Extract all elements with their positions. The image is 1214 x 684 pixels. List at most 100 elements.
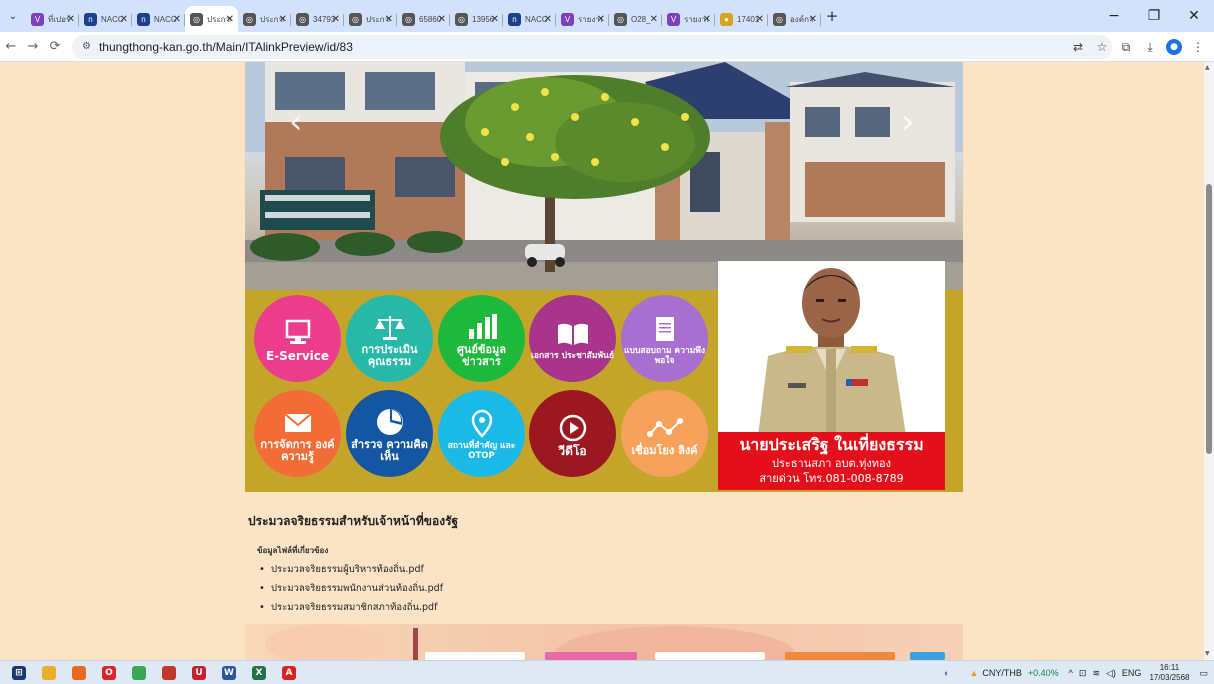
file-list: • ประมวลจริยธรรมผู้บริหารท้องถิ่น.pdf • ปร… bbox=[259, 560, 443, 617]
browser-tab[interactable]: ◎ประกาศ✕ bbox=[238, 6, 291, 32]
clock[interactable]: 16:11 17/03/2568 bbox=[1149, 663, 1189, 683]
new-tab-button[interactable]: + bbox=[821, 7, 843, 25]
extensions-icon[interactable]: ⧉ bbox=[1114, 40, 1138, 55]
taskbar-app[interactable]: O bbox=[94, 661, 124, 684]
taskbar-app[interactable]: A bbox=[274, 661, 304, 684]
tab-close-icon[interactable]: ✕ bbox=[226, 14, 234, 25]
carousel-next-arrow[interactable]: › bbox=[901, 102, 915, 142]
windows-start-icon: ⊞ bbox=[12, 665, 26, 680]
tab-close-icon[interactable]: ✕ bbox=[173, 14, 181, 25]
translate-icon[interactable]: ⇄ bbox=[1066, 40, 1090, 54]
browser-tab[interactable]: ◎ 34793 ✕ bbox=[291, 6, 344, 32]
browser-tab[interactable]: Vรายงาน✕ bbox=[556, 6, 609, 32]
tab-close-icon[interactable]: ✕ bbox=[756, 14, 764, 25]
tab-close-icon[interactable]: ✕ bbox=[597, 14, 605, 25]
tab-close-icon[interactable]: ✕ bbox=[332, 14, 340, 25]
site-info-icon[interactable]: ⚙ bbox=[82, 41, 91, 52]
knowledge-management-button[interactable]: การจัดการ องค์ความรู้ bbox=[254, 390, 341, 477]
tab-close-icon[interactable]: ✕ bbox=[120, 14, 128, 25]
tab-close-icon[interactable]: ✕ bbox=[385, 14, 393, 25]
address-bar[interactable]: ⚙ thungthong-kan.go.th/Main/ITAlinkPrevi… bbox=[72, 34, 1112, 59]
carousel-prev-arrow[interactable]: ‹ bbox=[289, 102, 303, 142]
public-documents-button[interactable]: เอกสาร ประชาสัมพันธ์ bbox=[529, 295, 616, 382]
satisfaction-survey-button[interactable]: แบบสอบถาม ความพึงพอใจ bbox=[621, 295, 708, 382]
language-indicator[interactable]: ENG bbox=[1122, 668, 1142, 678]
page-scrollbar[interactable]: ▲ ▼ bbox=[1204, 62, 1214, 660]
taskbar-app[interactable]: W bbox=[214, 661, 244, 684]
tab-close-icon[interactable]: ✕ bbox=[703, 14, 711, 25]
taskbar-app[interactable] bbox=[34, 661, 64, 684]
tab-search-icon[interactable]: ⌄ bbox=[0, 0, 26, 32]
landmarks-otop-button[interactable]: สถานที่สำคัญ และ OTOP bbox=[438, 390, 525, 477]
taskbar-app[interactable] bbox=[154, 661, 184, 684]
tab-close-icon[interactable]: ✕ bbox=[809, 14, 817, 25]
tab-close-icon[interactable]: ✕ bbox=[650, 14, 658, 25]
e-service-button[interactable]: E-Service bbox=[254, 295, 341, 382]
taskbar-app[interactable]: ⊞ bbox=[4, 661, 34, 684]
browser-tab[interactable]: Vรายงาน✕ bbox=[662, 6, 715, 32]
file-link[interactable]: • ประมวลจริยธรรมผู้บริหารท้องถิ่น.pdf bbox=[259, 560, 443, 579]
browser-tab[interactable]: n NACC ✕ bbox=[503, 6, 556, 32]
opinion-survey-button[interactable]: สำรวจ ความคิดเห็น bbox=[346, 390, 433, 477]
close-window-button[interactable]: ✕ bbox=[1174, 8, 1214, 24]
browser-tab[interactable]: ● 17401 ✕ bbox=[715, 6, 768, 32]
file-link[interactable]: • ประมวลจริยธรรมสมาชิกสภาท้องถิ่น.pdf bbox=[259, 598, 443, 617]
back-button[interactable]: ← bbox=[0, 39, 22, 54]
firefox-icon bbox=[72, 665, 86, 680]
bookmark-star-icon[interactable]: ☆ bbox=[1090, 40, 1114, 54]
minimize-button[interactable]: − bbox=[1094, 8, 1134, 24]
information-center-button[interactable]: ศูนย์ข้อมูล ข่าวสาร bbox=[438, 295, 525, 382]
file-link-text[interactable]: ประมวลจริยธรรมพนักงานส่วนท้องถิ่น.pdf bbox=[271, 581, 443, 596]
scroll-thumb[interactable] bbox=[1206, 184, 1212, 454]
bar-chart-icon bbox=[466, 310, 498, 344]
tab-close-icon[interactable]: ✕ bbox=[438, 14, 446, 25]
tab-favicon-icon: ◎ bbox=[190, 12, 203, 26]
tab-close-icon[interactable]: ✕ bbox=[67, 14, 75, 25]
tab-close-icon[interactable]: ✕ bbox=[544, 14, 552, 25]
word-icon: W bbox=[222, 665, 236, 680]
links-button[interactable]: เชื่อมโยง ลิงค์ bbox=[621, 390, 708, 477]
taskbar-app[interactable]: U bbox=[184, 661, 214, 684]
menu-kebab-icon[interactable]: ⋮ bbox=[1186, 40, 1210, 54]
ethics-assessment-button[interactable]: การประเมิน คุณธรรม bbox=[346, 295, 433, 382]
tray-overflow-icon[interactable]: ^ bbox=[1069, 668, 1073, 678]
browser-tab[interactable]: n NACC ✕ bbox=[132, 6, 185, 32]
tab-close-icon[interactable]: ✕ bbox=[279, 14, 287, 25]
clock-date: 17/03/2568 bbox=[1149, 673, 1190, 682]
file-link[interactable]: • ประมวลจริยธรรมพนักงานส่วนท้องถิ่น.pdf bbox=[259, 579, 443, 598]
browser-tab[interactable]: ◎ O28_ ✕ bbox=[609, 6, 662, 32]
browser-tab[interactable]: ◎ประกาศ✕ bbox=[344, 6, 397, 32]
profile-avatar[interactable]: ● bbox=[1166, 39, 1182, 55]
video-button[interactable]: วีดีโอ bbox=[529, 390, 616, 477]
browser-tab[interactable]: ◎ประกาศ✕ bbox=[185, 6, 238, 32]
scales-icon bbox=[373, 310, 407, 344]
network-icon[interactable]: ⊡ bbox=[1079, 668, 1087, 679]
file-link-text[interactable]: ประมวลจริยธรรมผู้บริหารท้องถิ่น.pdf bbox=[271, 562, 424, 577]
taskbar-app[interactable]: X bbox=[244, 661, 274, 684]
file-link-text[interactable]: ประมวลจริยธรรมสมาชิกสภาท้องถิ่น.pdf bbox=[271, 600, 437, 615]
reload-button[interactable]: ⟳ bbox=[44, 39, 66, 54]
wifi-icon[interactable]: ≋ bbox=[1092, 668, 1100, 679]
volume-icon[interactable]: ◁) bbox=[1106, 668, 1116, 679]
browser-tab-strip: ⌄ Vที่เปอร์✕nNACC✕nNACC✕◎ประกาศ✕◎ประกาศ✕… bbox=[0, 0, 1214, 32]
next-banner-art bbox=[265, 624, 945, 660]
restore-button[interactable]: ❐ bbox=[1134, 8, 1174, 24]
browser-tab[interactable]: ◎ 13956 ✕ bbox=[450, 6, 503, 32]
browser-tab[interactable]: ◎องค์การ✕ bbox=[768, 6, 821, 32]
scroll-up-arrow[interactable]: ▲ bbox=[1205, 64, 1210, 71]
currency-pair[interactable]: CNY/THB bbox=[982, 668, 1022, 678]
browser-tab[interactable]: V ที่เปอร์ ✕ bbox=[26, 6, 79, 32]
taskbar-app[interactable] bbox=[64, 661, 94, 684]
browser-tab[interactable]: n NACC ✕ bbox=[79, 6, 132, 32]
scroll-down-arrow[interactable]: ▼ bbox=[1205, 650, 1210, 657]
url-text[interactable]: thungthong-kan.go.th/Main/ITAlinkPreview… bbox=[99, 40, 353, 54]
weather-app-icon[interactable]: ◐ bbox=[944, 668, 949, 678]
download-icon[interactable]: ⤓ bbox=[1138, 40, 1162, 55]
taskbar-app[interactable] bbox=[124, 661, 154, 684]
document-icon bbox=[653, 312, 677, 346]
notification-icon[interactable]: ▭ bbox=[1199, 668, 1208, 679]
tab-close-icon[interactable]: ✕ bbox=[491, 14, 499, 25]
browser-tab[interactable]: ◎ 65860 ✕ bbox=[397, 6, 450, 32]
link-nodes-icon bbox=[646, 411, 683, 445]
forward-button[interactable]: → bbox=[22, 39, 44, 54]
